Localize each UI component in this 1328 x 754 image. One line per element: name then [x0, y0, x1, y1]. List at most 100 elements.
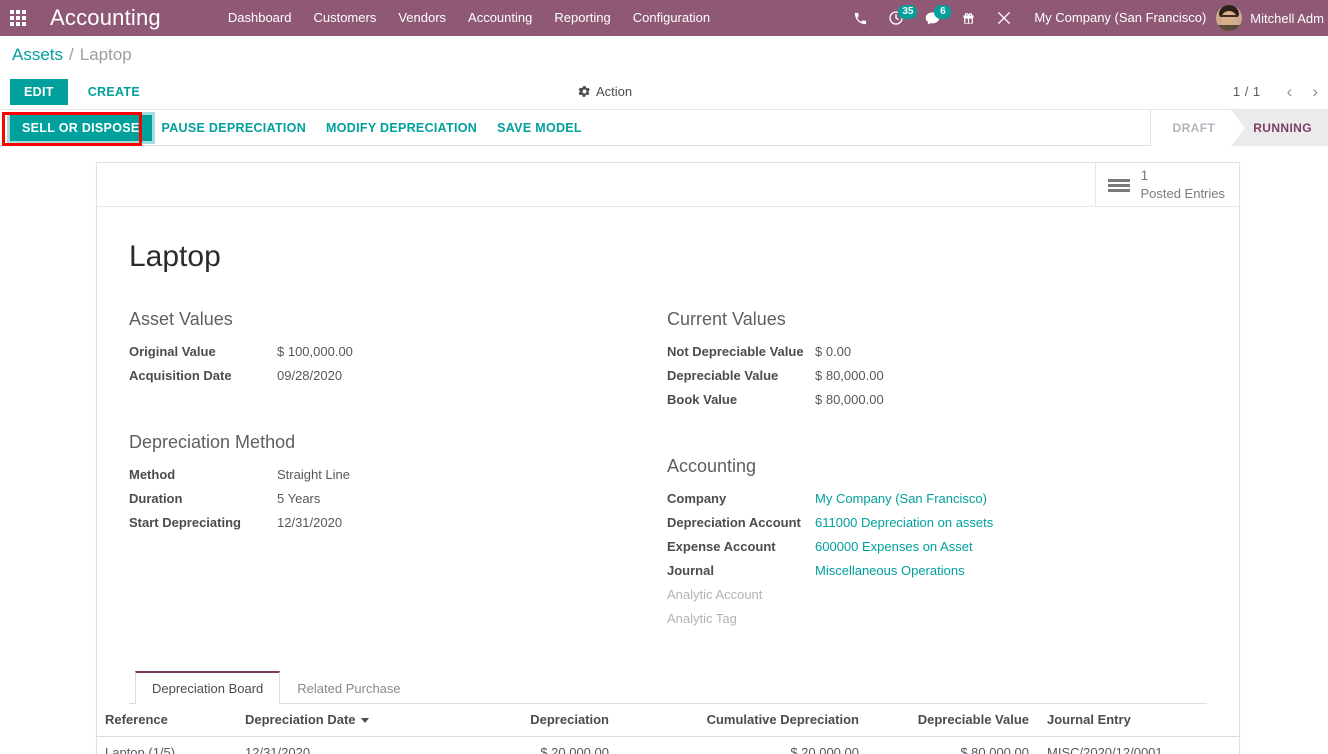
- value-start-depreciating: 12/31/2020: [277, 515, 343, 530]
- tab-depreciation-board[interactable]: Depreciation Board: [135, 671, 281, 704]
- menu-item-dashboard[interactable]: Dashboard: [217, 0, 303, 36]
- status-badge-draft[interactable]: DRAFT: [1149, 110, 1245, 146]
- label-duration: Duration: [129, 491, 183, 506]
- column-header-reference[interactable]: Reference: [97, 704, 237, 737]
- group-accounting: Accounting Company My Company (San Franc…: [667, 456, 1207, 631]
- menu-item-accounting[interactable]: Accounting: [457, 0, 543, 36]
- modify-depreciation-button[interactable]: MODIFY DEPRECIATION: [316, 115, 487, 141]
- list-bars-icon: [1108, 178, 1131, 192]
- value-journal[interactable]: Miscellaneous Operations: [815, 559, 965, 583]
- value-not-depreciable-value: $ 0.00: [815, 344, 852, 359]
- accounting-title: Accounting: [667, 456, 757, 476]
- left-column: Asset Values Original Value $ 100,000.00…: [129, 309, 667, 665]
- user-avatar: [1216, 5, 1243, 31]
- save-model-button[interactable]: SAVE MODEL: [487, 115, 592, 141]
- breadcrumb-root[interactable]: Assets: [12, 45, 63, 65]
- label-analytic-account: Analytic Account: [667, 587, 763, 602]
- menu-item-vendors[interactable]: Vendors: [387, 0, 457, 36]
- asset-values-title: Asset Values: [129, 309, 233, 329]
- sort-desc-caret-icon: [360, 718, 369, 724]
- posted-entries-count: 1: [1140, 167, 1149, 184]
- chevron-left-icon[interactable]: ‹: [1277, 83, 1303, 100]
- tools-icon[interactable]: [986, 0, 1022, 36]
- posted-entries-smart-button[interactable]: 1 Posted Entries: [1095, 163, 1239, 207]
- label-expense-account: Expense Account: [667, 539, 776, 554]
- value-depreciable-value: $ 80,000.00: [815, 368, 884, 383]
- table-row[interactable]: Laptop (1/5) 12/31/2020 $ 20,000.00 $ 20…: [97, 736, 1239, 754]
- breadcrumb: Assets / Laptop: [0, 36, 1328, 74]
- create-button[interactable]: CREATE: [75, 79, 153, 105]
- gift-icon[interactable]: [951, 0, 986, 36]
- field-acquisition-date: Acquisition Date 09/28/2020: [129, 364, 667, 388]
- label-start-depreciating: Start Depreciating: [129, 515, 241, 530]
- chevron-right-icon[interactable]: ›: [1302, 83, 1328, 100]
- value-method: Straight Line: [277, 467, 350, 482]
- field-expense-account: Expense Account 600000 Expenses on Asset: [667, 535, 1207, 559]
- phone-icon[interactable]: [843, 0, 878, 36]
- column-header-depreciation-date[interactable]: Depreciation Date: [237, 704, 387, 737]
- cell-depreciation: $ 20,000.00: [387, 736, 617, 754]
- label-method: Method: [129, 467, 176, 482]
- sheet-body: Laptop Asset Values Original Value $ 100…: [97, 207, 1239, 704]
- label-company: Company: [667, 491, 727, 506]
- cell-depreciation-date: 12/31/2020: [237, 736, 387, 754]
- posted-entries-label: Posted Entries: [1140, 186, 1225, 201]
- label-original-value: Original Value: [129, 344, 216, 359]
- value-duration: 5 Years: [277, 491, 321, 506]
- label-journal: Journal: [667, 563, 714, 578]
- menu-item-customers[interactable]: Customers: [302, 0, 387, 36]
- label-depreciable-value: Depreciable Value: [667, 368, 779, 383]
- depreciation-method-title: Depreciation Method: [129, 432, 296, 452]
- menu-item-reporting[interactable]: Reporting: [543, 0, 621, 36]
- form-sheet: 1 Posted Entries Laptop Asset Values Ori…: [96, 162, 1240, 754]
- breadcrumb-separator: /: [69, 45, 74, 64]
- pause-depreciation-button[interactable]: PAUSE DEPRECIATION: [152, 115, 317, 141]
- group-asset-values: Asset Values Original Value $ 100,000.00…: [129, 309, 667, 388]
- field-not-depreciable-value: Not Depreciable Value $ 0.00: [667, 340, 1207, 364]
- column-header-depreciation[interactable]: Depreciation: [387, 704, 617, 737]
- cell-cumulative-depreciation: $ 20,000.00: [617, 736, 867, 754]
- messages-icon[interactable]: 6: [914, 0, 952, 36]
- column-header-depreciation-date-label: Depreciation Date: [245, 712, 356, 727]
- group-current-values: Current Values Not Depreciable Value $ 0…: [667, 309, 1207, 412]
- value-acquisition-date: 09/28/2020: [277, 368, 343, 383]
- action-menu[interactable]: Action: [578, 84, 632, 99]
- field-company: Company My Company (San Francisco): [667, 487, 1207, 511]
- status-badge-running[interactable]: RUNNING: [1231, 110, 1328, 146]
- column-header-journal-entry[interactable]: Journal Entry: [1037, 704, 1239, 737]
- pager: 1 / 1 ‹ ›: [1233, 83, 1328, 100]
- group-depreciation-method: Depreciation Method Method Straight Line…: [129, 432, 667, 535]
- field-groups: Asset Values Original Value $ 100,000.00…: [129, 309, 1207, 665]
- tab-related-purchase[interactable]: Related Purchase: [280, 671, 417, 704]
- activity-clock-icon[interactable]: 35: [878, 0, 918, 36]
- sell-or-dispose-button[interactable]: SELL OR DISPOSE: [10, 114, 152, 141]
- user-name-label: Mitchell Adm: [1250, 10, 1324, 26]
- label-analytic-tag: Analytic Tag: [667, 611, 737, 626]
- depreciation-board-table: Reference Depreciation Date Depreciation…: [97, 704, 1239, 754]
- column-header-cumulative-depreciation[interactable]: Cumulative Depreciation: [617, 704, 867, 737]
- field-start-depreciating: Start Depreciating 12/31/2020: [129, 511, 667, 535]
- smart-button-box: 1 Posted Entries: [97, 163, 1239, 207]
- cell-journal-entry: MISC/2020/12/0001: [1037, 736, 1239, 754]
- value-expense-account[interactable]: 600000 Expenses on Asset: [815, 535, 973, 559]
- app-brand-title[interactable]: Accounting: [36, 5, 171, 31]
- value-depreciation-account[interactable]: 611000 Depreciation on assets: [815, 511, 993, 535]
- apps-grid-icon[interactable]: [0, 0, 36, 36]
- company-switcher[interactable]: My Company (San Francisco): [1022, 0, 1216, 36]
- table-header-row: Reference Depreciation Date Depreciation…: [97, 704, 1239, 737]
- field-journal: Journal Miscellaneous Operations: [667, 559, 1207, 583]
- user-menu[interactable]: Mitchell Adm: [1216, 5, 1328, 31]
- statusbar-action-buttons: SELL OR DISPOSE PAUSE DEPRECIATION MODIF…: [0, 114, 592, 141]
- cell-reference: Laptop (1/5): [97, 736, 237, 754]
- status-pipeline: DRAFT RUNNING: [1149, 110, 1328, 146]
- notebook-tabs: Depreciation Board Related Purchase: [129, 671, 1207, 704]
- pager-count: 1 / 1: [1232, 84, 1261, 99]
- value-company[interactable]: My Company (San Francisco): [815, 487, 987, 511]
- form-view-background: 1 Posted Entries Laptop Asset Values Ori…: [0, 146, 1328, 754]
- edit-button[interactable]: EDIT: [10, 78, 68, 105]
- page-title: Laptop: [129, 240, 221, 273]
- column-header-depreciable-value[interactable]: Depreciable Value: [867, 704, 1037, 737]
- menu-item-configuration[interactable]: Configuration: [622, 0, 721, 36]
- field-analytic-tag: Analytic Tag: [667, 607, 1207, 631]
- field-analytic-account: Analytic Account: [667, 583, 1207, 607]
